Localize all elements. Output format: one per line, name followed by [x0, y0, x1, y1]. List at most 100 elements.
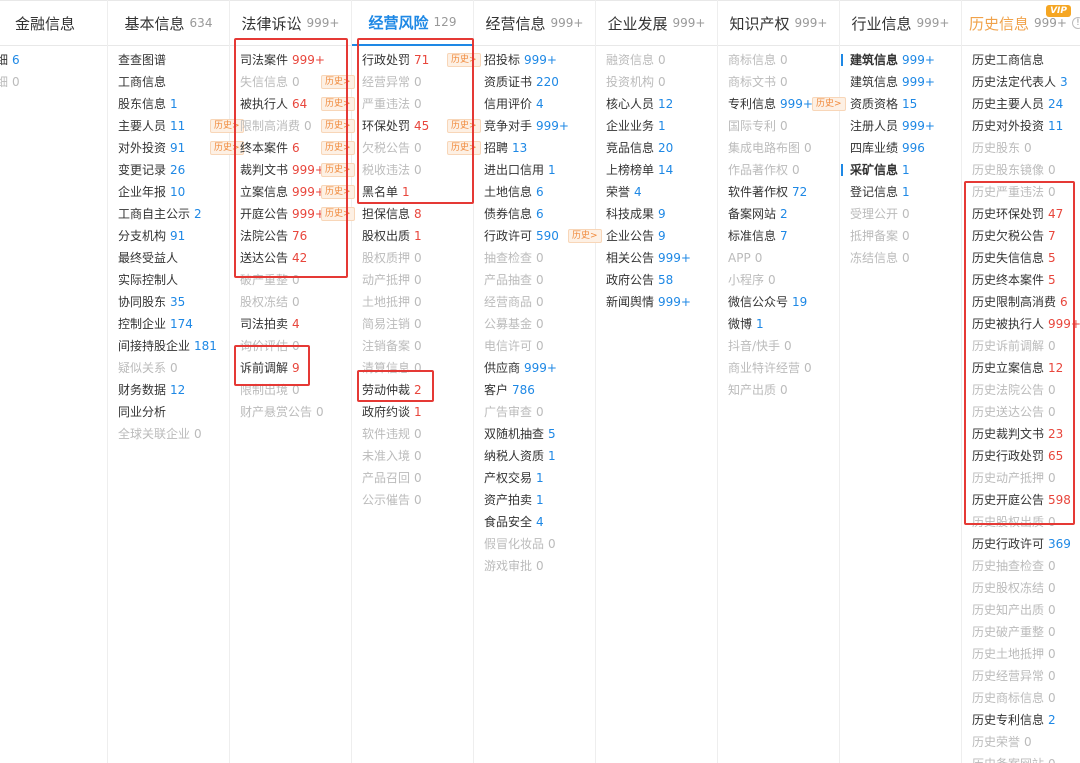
list-item[interactable]: 产权交易 1: [484, 467, 595, 489]
list-item[interactable]: 股东信息 1: [118, 93, 229, 115]
list-item[interactable]: 新闻舆情 999+: [606, 291, 717, 313]
list-item[interactable]: 历史工商信息: [972, 49, 1080, 71]
list-item[interactable]: 产品抽查 0: [484, 269, 595, 291]
list-item[interactable]: 集成电路布图 0: [728, 137, 839, 159]
list-item[interactable]: 进出口信用 1: [484, 159, 595, 181]
list-item[interactable]: 历史立案信息 12: [972, 357, 1080, 379]
list-item[interactable]: 游戏审批 0: [484, 555, 595, 577]
list-item[interactable]: 荣誉 4: [606, 181, 717, 203]
list-item[interactable]: 核心人员 12: [606, 93, 717, 115]
list-item[interactable]: 工商信息: [118, 71, 229, 93]
list-item[interactable]: 历史行政处罚 65: [972, 445, 1080, 467]
list-item[interactable]: 限制高消费 0 历史>: [240, 115, 355, 137]
list-item[interactable]: 电信许可 0: [484, 335, 595, 357]
list-item[interactable]: 失信信息 0 历史>: [240, 71, 355, 93]
list-item[interactable]: 投资机构 0: [606, 71, 717, 93]
list-item[interactable]: 历史抽查检查 0: [972, 555, 1080, 577]
list-item[interactable]: 招投标 999+: [484, 49, 595, 71]
tab-history[interactable]: 历史信息 999+! VIP: [962, 0, 1080, 46]
list-item[interactable]: 资产拍卖 1: [484, 489, 595, 511]
list-item[interactable]: 行政处罚 71 历史>: [362, 49, 481, 71]
list-item[interactable]: 司法拍卖 4: [240, 313, 351, 335]
list-item[interactable]: 欠税公告 0 历史>: [362, 137, 481, 159]
list-item[interactable]: 破产重整 0: [240, 269, 351, 291]
list-item[interactable]: 历史环保处罚 47: [972, 203, 1080, 225]
list-item[interactable]: 商标文书 0: [728, 71, 839, 93]
tab-development[interactable]: 企业发展 999+: [596, 0, 717, 46]
list-item[interactable]: 上榜榜单 14: [606, 159, 717, 181]
list-item[interactable]: 微博 1: [728, 313, 839, 335]
list-item[interactable]: 企业公告 9: [606, 225, 717, 247]
list-item[interactable]: 主要人员 11 历史>: [118, 115, 244, 137]
list-item[interactable]: 历史失信信息 5: [972, 247, 1080, 269]
list-item[interactable]: 送达公告 42: [240, 247, 351, 269]
history-link[interactable]: 历史>: [321, 97, 355, 111]
list-item[interactable]: 软件著作权 72: [728, 181, 839, 203]
list-item[interactable]: 严重违法 0: [362, 93, 473, 115]
list-item[interactable]: 小程序 0: [728, 269, 839, 291]
tab-legal[interactable]: 法律诉讼 999+: [230, 0, 351, 46]
list-item[interactable]: 环保处罚 45 历史>: [362, 115, 481, 137]
list-item[interactable]: 动产抵押 0: [362, 269, 473, 291]
list-item[interactable]: 股权冻结 0: [240, 291, 351, 313]
list-item[interactable]: 备案网站 2: [728, 203, 839, 225]
list-item[interactable]: 历史备案网站 0: [972, 753, 1080, 763]
list-item[interactable]: 询价评估 0: [240, 335, 351, 357]
list-item[interactable]: 担保信息 8: [362, 203, 473, 225]
list-item[interactable]: 股权出质 1: [362, 225, 473, 247]
list-item[interactable]: 资质证书 220: [484, 71, 595, 93]
list-item[interactable]: 产品召回 0: [362, 467, 473, 489]
list-item[interactable]: 客户 786: [484, 379, 595, 401]
list-item[interactable]: 限制出境 0: [240, 379, 351, 401]
list-item[interactable]: 历史行政许可 369: [972, 533, 1080, 555]
list-item[interactable]: 融资信息 0: [606, 49, 717, 71]
list-item[interactable]: 抵押备案 0: [850, 225, 961, 247]
list-item[interactable]: 司法案件 999+: [240, 49, 351, 71]
list-item[interactable]: 控制企业 174: [118, 313, 229, 335]
list-item[interactable]: 实际控制人: [118, 269, 229, 291]
list-item[interactable]: 双随机抽查 5: [484, 423, 595, 445]
list-item[interactable]: 协同股东 35: [118, 291, 229, 313]
list-item[interactable]: 股权质押 0: [362, 247, 473, 269]
list-item[interactable]: 国际专利 0: [728, 115, 839, 137]
list-item[interactable]: 工商自主公示 2: [118, 203, 229, 225]
tab-basic[interactable]: 基本信息 634: [108, 0, 229, 46]
tab-operating[interactable]: 经营信息 999+: [474, 0, 595, 46]
list-item[interactable]: 作品著作权 0: [728, 159, 839, 181]
list-item[interactable]: APP 0: [728, 247, 839, 269]
section-header[interactable]: 采矿信息 1: [841, 159, 961, 181]
list-item[interactable]: 历史破产重整 0: [972, 621, 1080, 643]
list-item[interactable]: 法院公告 76: [240, 225, 351, 247]
list-item[interactable]: 假冒化妆品 0: [484, 533, 595, 555]
list-item[interactable]: 竞品信息 20: [606, 137, 717, 159]
list-item[interactable]: 广告审查 0: [484, 401, 595, 423]
list-item[interactable]: 立案信息 999+ 历史>: [240, 181, 355, 203]
list-item[interactable]: 开庭公告 999+ 历史>: [240, 203, 355, 225]
list-item[interactable]: 最终受益人: [118, 247, 229, 269]
list-item[interactable]: 历史商标信息 0: [972, 687, 1080, 709]
list-item[interactable]: 历史荣誉 0: [972, 731, 1080, 753]
section-header[interactable]: 建筑信息 999+: [841, 49, 961, 71]
list-item[interactable]: 相关公告 999+: [606, 247, 717, 269]
list-item[interactable]: 未准入境 0: [362, 445, 473, 467]
list-item[interactable]: 历史开庭公告 598: [972, 489, 1080, 511]
list-item[interactable]: 分支机构 91: [118, 225, 229, 247]
list-item[interactable]: 历史股权冻结 0: [972, 577, 1080, 599]
list-item[interactable]: 查查图谱: [118, 49, 229, 71]
list-item[interactable]: 历史土地抵押 0: [972, 643, 1080, 665]
tab-operating-risk[interactable]: 经营风险 129: [352, 0, 473, 46]
list-item[interactable]: 历史对外投资 11: [972, 115, 1080, 137]
list-item[interactable]: 注册人员 999+: [850, 115, 961, 137]
list-item[interactable]: 招聘 13: [484, 137, 595, 159]
list-item[interactable]: 历史送达公告 0: [972, 401, 1080, 423]
list-item[interactable]: 企业年报 10: [118, 181, 229, 203]
history-link[interactable]: 历史>: [321, 185, 355, 199]
list-item[interactable]: 供应商 999+: [484, 357, 595, 379]
list-item[interactable]: 企业业务 1: [606, 115, 717, 137]
tab-industry[interactable]: 行业信息 999+: [840, 0, 961, 46]
list-item[interactable]: 知产出质 0: [728, 379, 839, 401]
list-item[interactable]: 疑似关系 0: [118, 357, 229, 379]
list-item[interactable]: 受理公开 0: [850, 203, 961, 225]
history-link[interactable]: 历史>: [321, 119, 355, 133]
list-item[interactable]: 抖音/快手 0: [728, 335, 839, 357]
